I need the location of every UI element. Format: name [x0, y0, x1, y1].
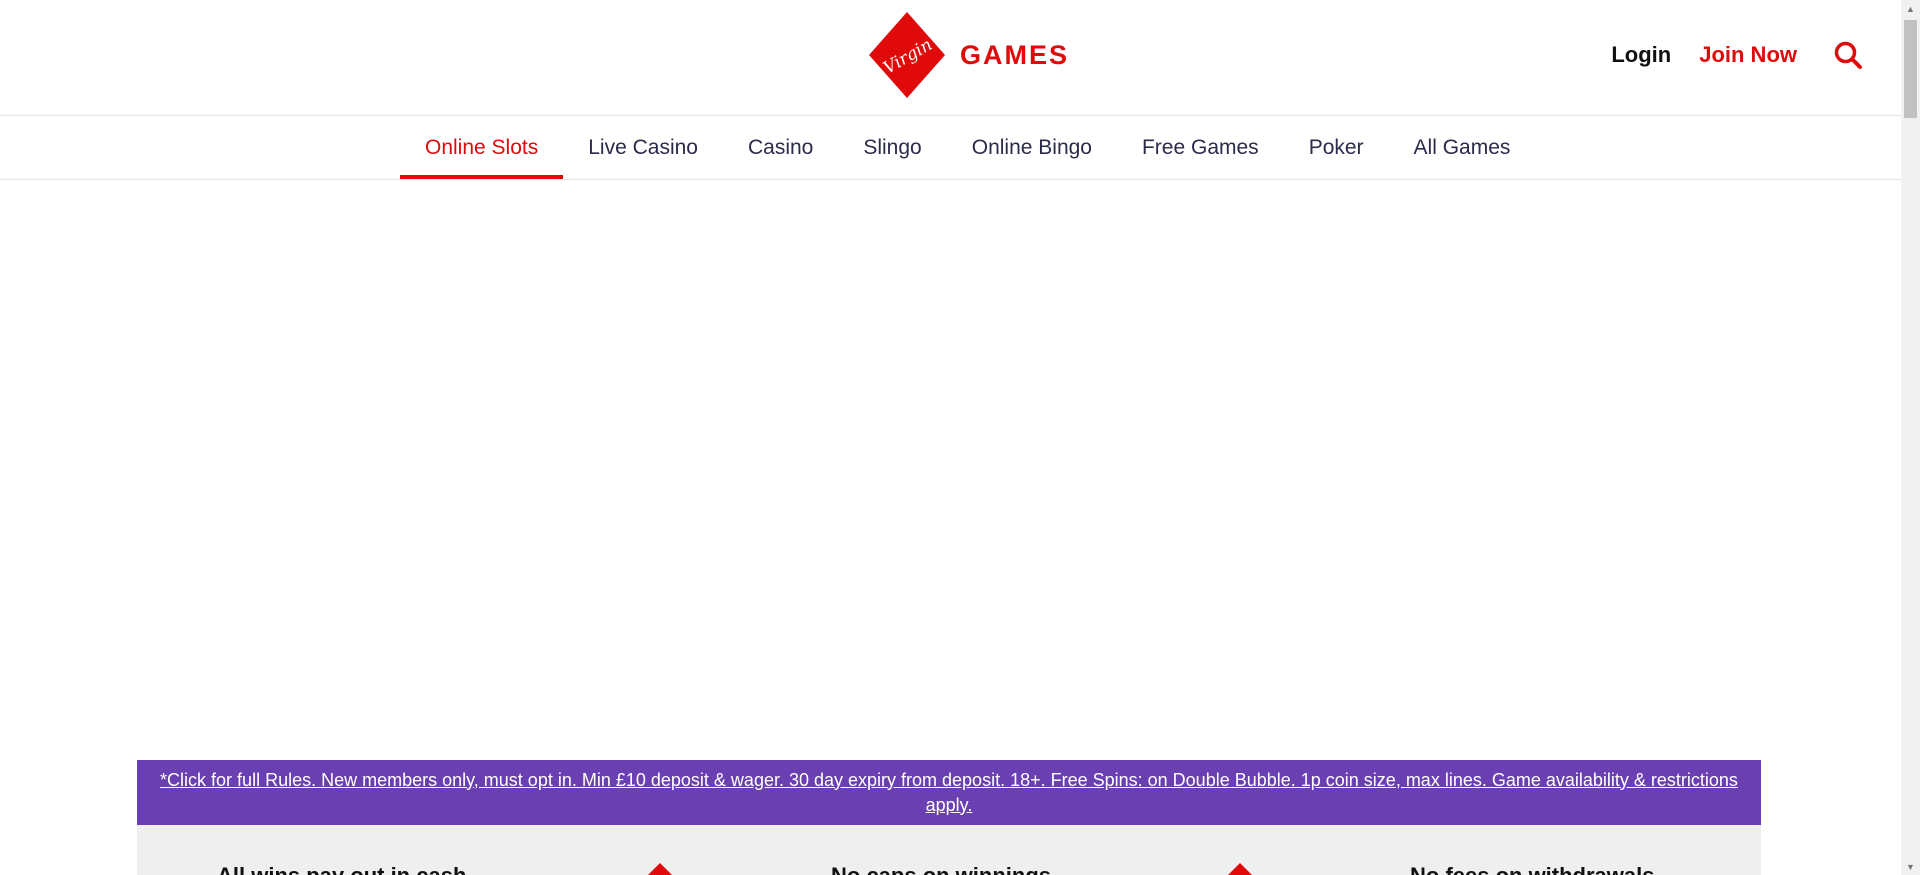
join-now-link[interactable]: Join Now [1699, 42, 1797, 68]
usp-strip: All wins pay out in cash No caps on winn… [137, 825, 1761, 875]
nav-item-slingo[interactable]: Slingo [838, 116, 946, 179]
usp-no-fees: No fees on withdrawals [1410, 863, 1655, 875]
nav-item-poker[interactable]: Poker [1284, 116, 1389, 179]
site-header: Virgin GAMES Login Join Now [0, 0, 1901, 116]
nav-list: Online Slots Live Casino Casino Slingo O… [400, 116, 1535, 179]
usp-cash-wins: All wins pay out in cash [217, 863, 466, 875]
usp-no-caps: No caps on winnings [831, 863, 1051, 875]
promo-terms-link[interactable]: *Click for full Rules. New members only,… [137, 768, 1761, 818]
nav-item-casino[interactable]: Casino [723, 116, 838, 179]
page-viewport: Virgin GAMES Login Join Now Online Slots… [0, 0, 1901, 875]
login-link[interactable]: Login [1611, 42, 1671, 68]
main-nav: Online Slots Live Casino Casino Slingo O… [0, 116, 1901, 180]
scroll-up-arrow-icon[interactable]: ▲ [1901, 0, 1920, 17]
brand-logo[interactable]: Virgin GAMES [862, 10, 1069, 100]
promo-terms-banner: *Click for full Rules. New members only,… [137, 760, 1761, 825]
brand-name: GAMES [960, 39, 1070, 70]
nav-item-online-slots[interactable]: Online Slots [400, 116, 564, 179]
scrollbar-thumb[interactable] [1904, 20, 1917, 118]
diamond-divider-icon [648, 863, 672, 875]
nav-item-live-casino[interactable]: Live Casino [563, 116, 723, 179]
virgin-diamond-logo-icon: Virgin [869, 12, 945, 98]
nav-item-online-bingo[interactable]: Online Bingo [947, 116, 1117, 179]
header-actions: Login Join Now [1611, 40, 1863, 70]
vertical-scrollbar[interactable]: ▲ ▼ [1901, 0, 1920, 875]
scroll-down-arrow-icon[interactable]: ▼ [1901, 858, 1920, 875]
nav-item-all-games[interactable]: All Games [1389, 116, 1536, 179]
search-icon[interactable] [1833, 40, 1863, 70]
nav-item-free-games[interactable]: Free Games [1117, 116, 1284, 179]
diamond-divider-icon [1228, 863, 1252, 875]
